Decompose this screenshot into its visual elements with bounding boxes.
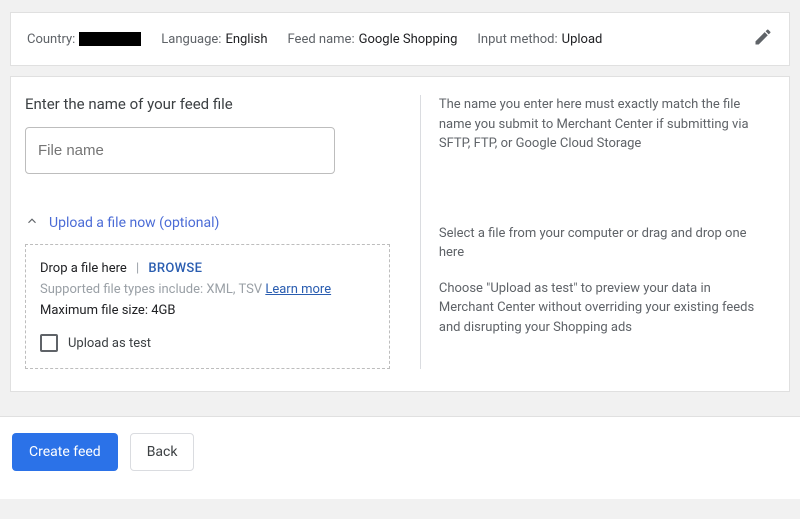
- panel-help: The name you enter here must exactly mat…: [420, 95, 769, 369]
- create-feed-button[interactable]: Create feed: [12, 433, 118, 471]
- language-value: English: [225, 32, 267, 47]
- upload-as-test-checkbox[interactable]: [40, 334, 58, 352]
- input-method-value: Upload: [562, 32, 603, 47]
- upload-as-test-row: Upload as test: [40, 334, 375, 352]
- max-size-text: Maximum file size: 4GB: [40, 303, 375, 318]
- help-upload-2: Choose "Upload as test" to preview your …: [439, 279, 769, 338]
- summary-language: Language: English: [161, 32, 267, 47]
- browse-button[interactable]: BROWSE: [148, 261, 202, 276]
- dropzone-line: Drop a file here | BROWSE: [40, 261, 375, 276]
- input-method-label: Input method:: [477, 32, 557, 47]
- learn-more-link[interactable]: Learn more: [265, 282, 331, 297]
- drop-text: Drop a file here: [40, 261, 127, 276]
- upload-as-test-label: Upload as test: [68, 336, 151, 351]
- country-value-redacted: [79, 32, 141, 46]
- summary-country: Country:: [27, 32, 141, 47]
- help-upload-1: Select a file from your computer or drag…: [439, 224, 769, 263]
- footer-bar: Create feed Back: [0, 416, 800, 499]
- summary-feed-name: Feed name: Google Shopping: [288, 32, 458, 47]
- feed-file-panel: Enter the name of your feed file Upload …: [10, 76, 790, 392]
- file-dropzone[interactable]: Drop a file here | BROWSE Supported file…: [25, 244, 390, 369]
- filename-title: Enter the name of your feed file: [25, 95, 390, 113]
- upload-toggle[interactable]: Upload a file now (optional): [25, 214, 390, 232]
- panel-left: Enter the name of your feed file Upload …: [25, 95, 390, 369]
- supported-types-text: Supported file types include: XML, TSV: [40, 282, 265, 297]
- filename-input[interactable]: [25, 127, 335, 174]
- supported-types-line: Supported file types include: XML, TSV L…: [40, 282, 375, 297]
- upload-toggle-label: Upload a file now (optional): [49, 215, 219, 231]
- separator: |: [136, 261, 139, 276]
- chevron-up-icon: [25, 214, 39, 232]
- language-label: Language:: [161, 32, 221, 47]
- feed-name-value: Google Shopping: [359, 32, 458, 47]
- feed-name-label: Feed name:: [288, 32, 355, 47]
- edit-icon[interactable]: [753, 27, 773, 51]
- back-button[interactable]: Back: [130, 433, 195, 471]
- feed-summary-bar: Country: Language: English Feed name: Go…: [10, 12, 790, 66]
- summary-input-method: Input method: Upload: [477, 32, 602, 47]
- country-label: Country:: [27, 32, 75, 47]
- help-filename: The name you enter here must exactly mat…: [439, 95, 769, 154]
